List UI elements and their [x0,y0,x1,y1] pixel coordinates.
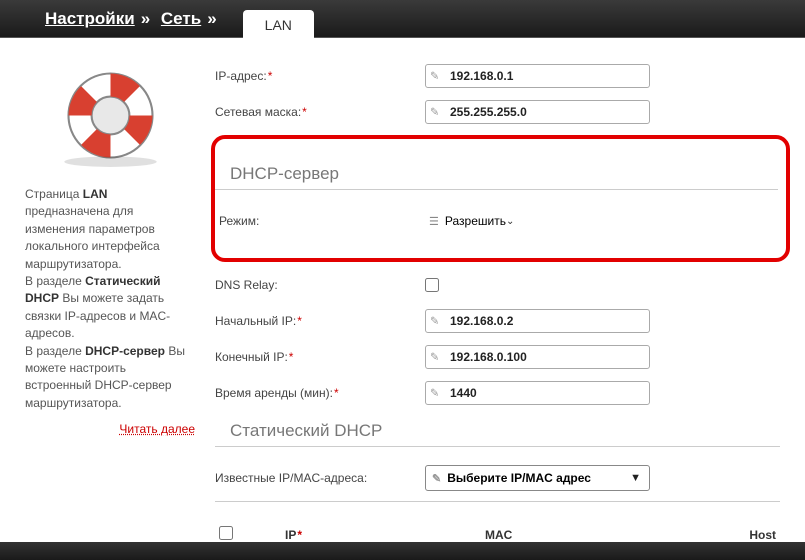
top-bar: Настройки» Сеть» LAN [0,0,805,38]
startip-label: Начальный IP:* [215,314,425,328]
dhcp-section-title: DHCP-сервер [230,164,778,184]
help-text: Страница LAN предназначена для изменения… [25,186,195,412]
pencil-icon: ✎ [432,472,441,485]
list-icon: ☰ [429,215,439,228]
known-label: Известные IP/MAC-адреса: [215,471,425,485]
breadcrumb-settings[interactable]: Настройки [45,9,135,28]
lease-input[interactable] [425,381,650,405]
mask-label: Сетевая маска:* [215,105,425,119]
dnsrelay-checkbox[interactable] [425,278,439,292]
endip-label: Конечный IP:* [215,350,425,364]
dnsrelay-label: DNS Relay: [215,278,425,292]
mode-label: Режим: [219,214,429,228]
mask-input[interactable] [425,100,650,124]
select-all-checkbox[interactable] [219,526,233,540]
dhcp-highlight: DHCP-сервер Режим: ☰Разрешить ⌄ [211,135,790,262]
lease-label: Время аренды (мин):* [215,386,425,400]
bottom-bar [0,542,805,560]
triangle-down-icon: ▼ [630,472,641,484]
endip-input[interactable] [425,345,650,369]
chevron-down-icon: ⌄ [506,216,514,227]
ip-label: IP-адрес:* [215,69,425,83]
static-dhcp-title: Статический DHCP [230,421,780,441]
help-sidebar: Страница LAN предназначена для изменения… [15,63,215,560]
mode-select[interactable]: ☰Разрешить ⌄ [429,214,522,228]
ip-input[interactable] [425,64,650,88]
breadcrumb-network[interactable]: Сеть [161,9,201,28]
tab-lan[interactable]: LAN [243,10,314,40]
breadcrumb: Настройки» Сеть» [45,9,223,29]
startip-input[interactable] [425,309,650,333]
lifesaver-icon [25,63,195,171]
main-form: IP-адрес:* ✎ Сетевая маска:* ✎ DHCP-серв… [215,63,790,560]
read-more-link[interactable]: Читать далее [119,422,195,436]
ipmac-select[interactable]: ✎ Выберите IP/MAC адрес ▼ [425,465,650,491]
